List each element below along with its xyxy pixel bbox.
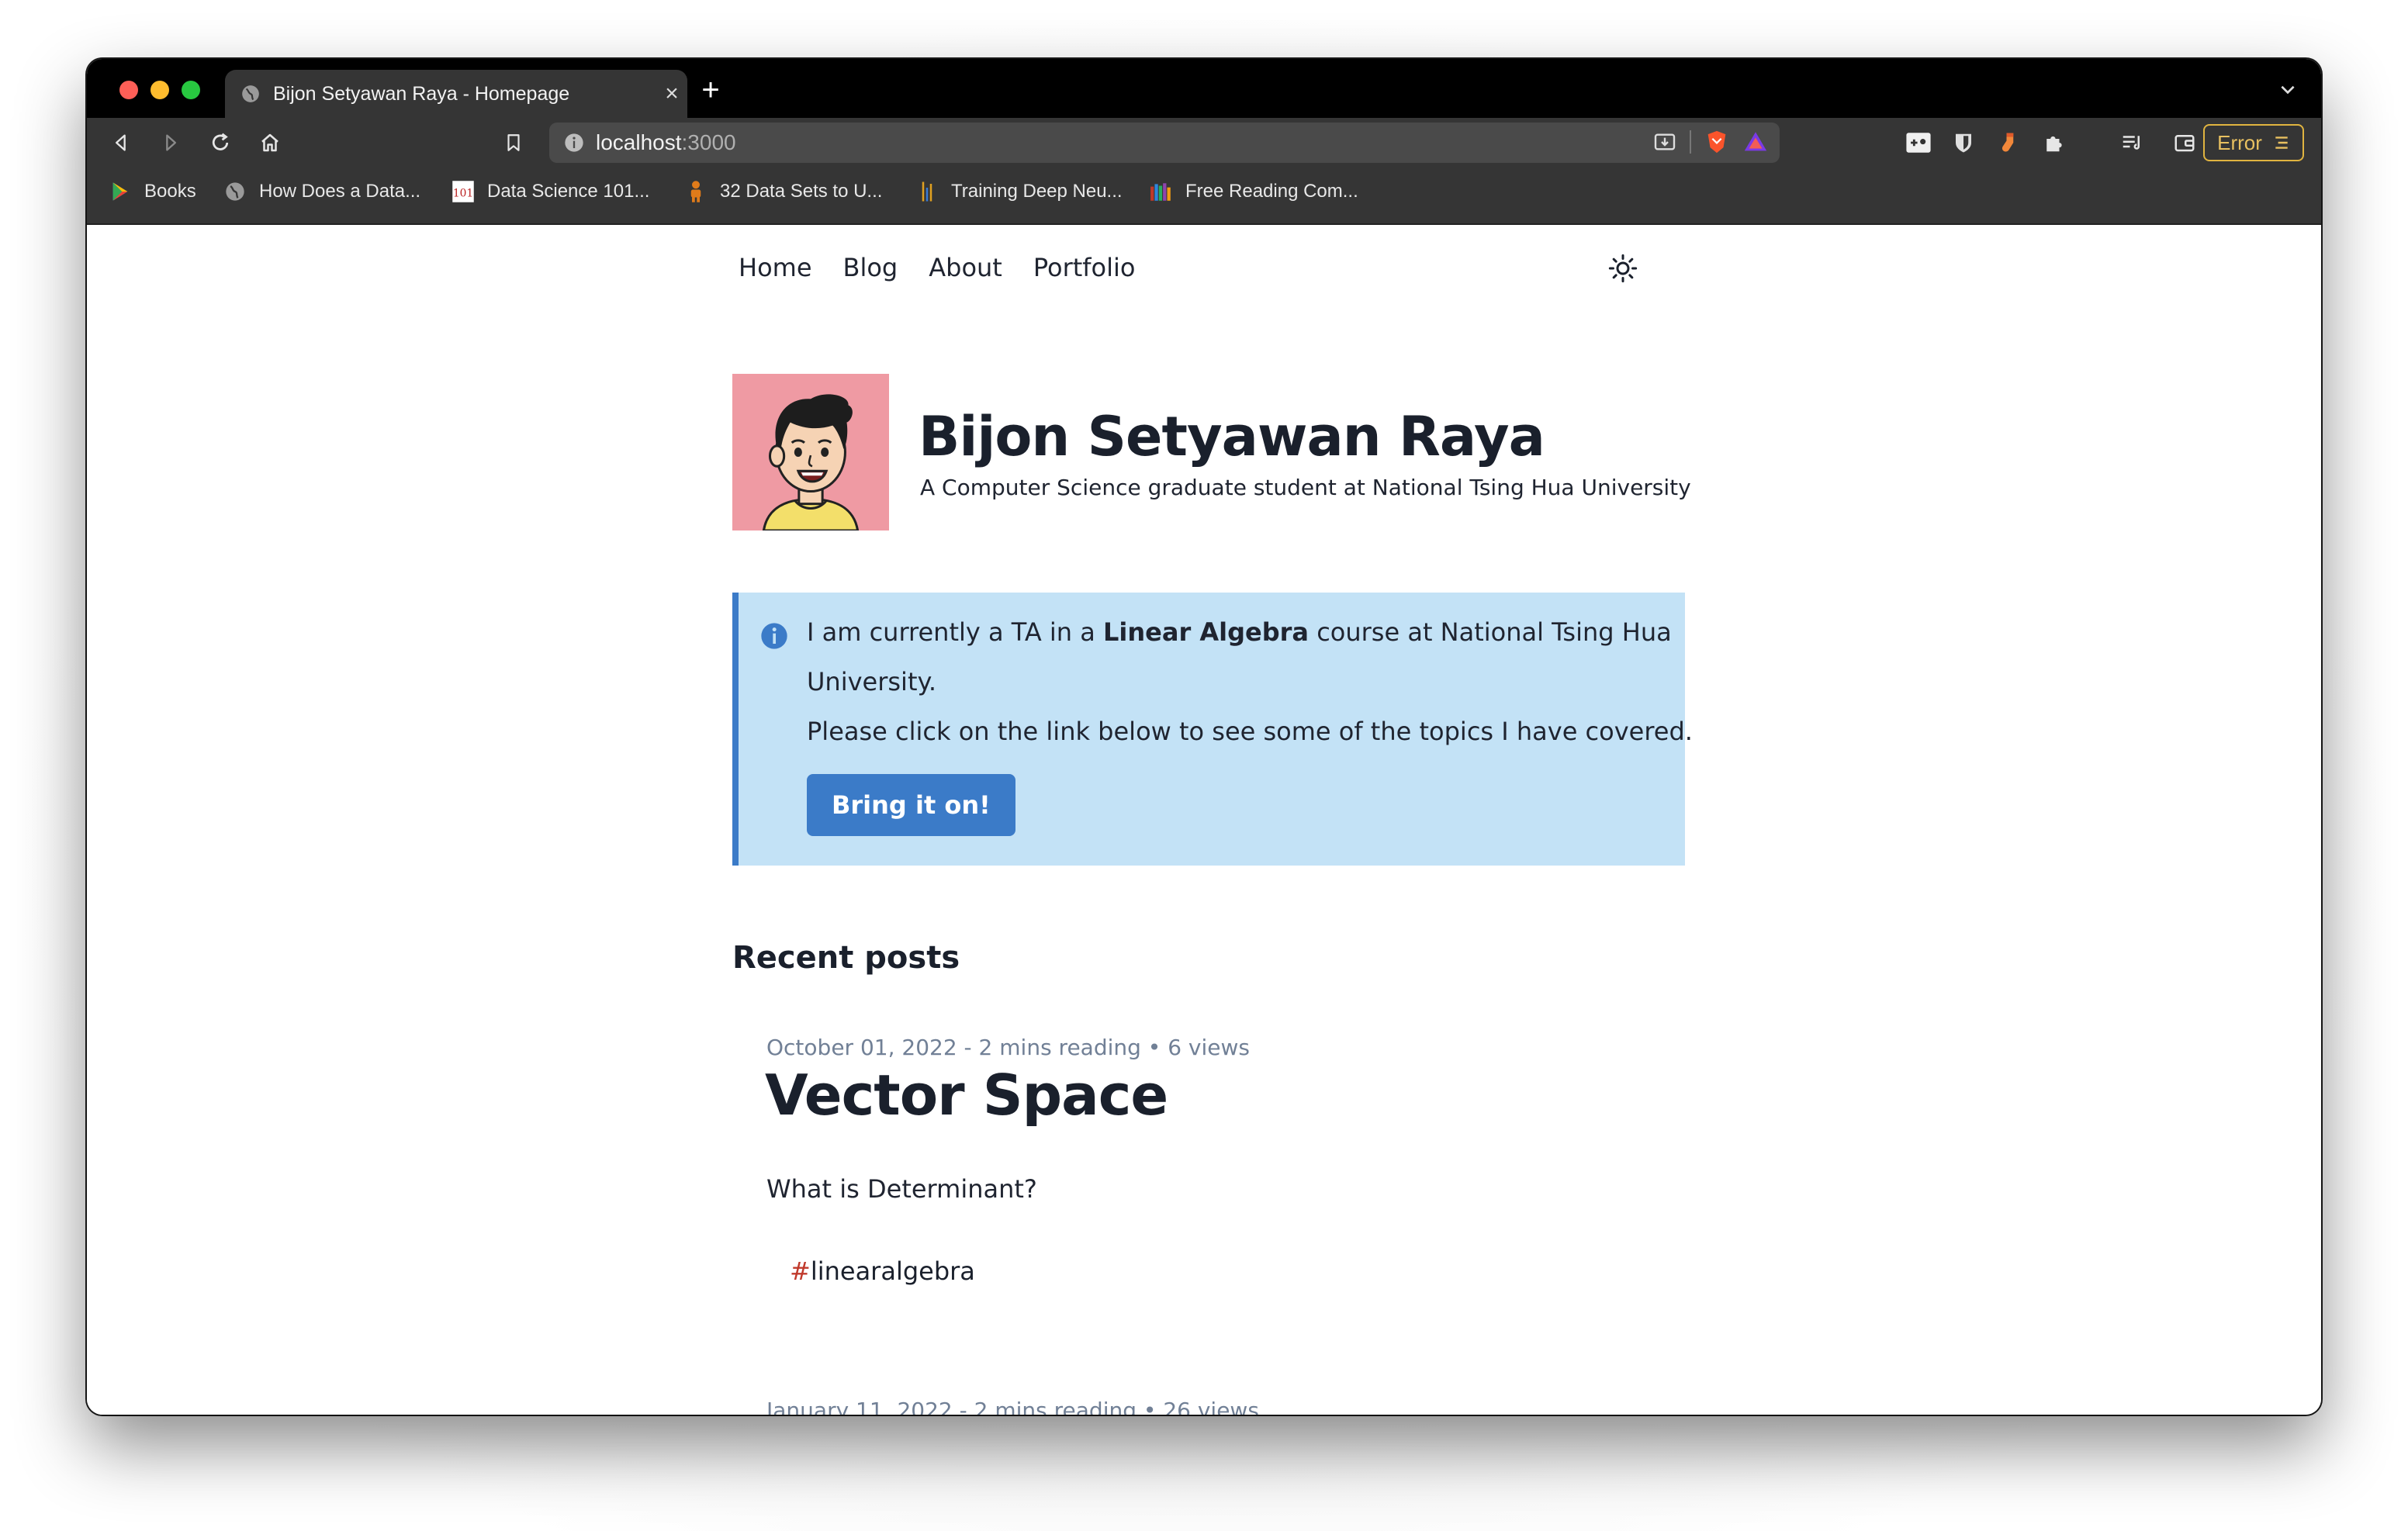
post-tag-link[interactable]: #linearalgebra [790, 1256, 975, 1286]
bookmark-label: Books [144, 181, 196, 202]
play-books-icon [109, 180, 132, 203]
extensions-puzzle-icon[interactable] [2036, 125, 2071, 161]
globe-icon [223, 180, 247, 203]
bookmark-label: How Does a Data... [259, 181, 421, 202]
home-icon[interactable] [254, 127, 285, 158]
bookmark-label: Training Deep Neu... [951, 181, 1123, 202]
minimize-window-button[interactable] [150, 81, 169, 99]
callout-line-3: Please click on the link below to see so… [807, 717, 1693, 746]
sock-extension-icon[interactable] [1991, 125, 2026, 161]
callout-text: I am currently a TA in a [807, 617, 1104, 647]
extensions-bar [1901, 124, 2095, 161]
wallet-icon[interactable] [2169, 127, 2200, 158]
bookmark-label: Data Science 101... [487, 181, 650, 202]
post-meta: October 01, 2022 - 2 mins reading • 6 vi… [766, 1035, 1250, 1060]
close-tab-icon[interactable]: × [656, 81, 687, 107]
info-callout: I am currently a TA in a Linear Algebra … [732, 593, 1693, 866]
install-app-icon[interactable] [1652, 130, 1677, 154]
avatar [732, 374, 889, 530]
nav-home[interactable]: Home [739, 253, 812, 282]
browser-tab[interactable]: Bijon Setyawan Raya - Homepage × [225, 70, 687, 118]
close-window-button[interactable] [119, 81, 138, 99]
address-bar[interactable]: localhost :3000 [549, 123, 1780, 163]
bookmark-books[interactable]: Books [109, 180, 196, 203]
post-meta: January 11, 2022 - 2 mins reading • 26 v… [766, 1398, 1259, 1415]
bring-it-on-button[interactable]: Bring it on! [807, 774, 1015, 836]
books-icon [1150, 180, 1173, 203]
browser-toolbar: localhost :3000 Error [87, 118, 2321, 168]
bookmark-icon[interactable] [498, 127, 529, 158]
error-label: Error [2217, 130, 2262, 154]
person-icon [684, 180, 708, 203]
url-host: localhost [596, 130, 682, 154]
error-menu-button[interactable]: Error [2203, 124, 2304, 161]
nav-portfolio[interactable]: Portfolio [1033, 253, 1136, 282]
tab-strip: Bijon Setyawan Raya - Homepage × + [87, 59, 2321, 118]
info-icon [761, 623, 787, 649]
reading-list-icon[interactable] [2116, 127, 2147, 158]
bookmark-free-reading[interactable]: Free Reading Com... [1150, 180, 1358, 203]
callout-line-2: University. [807, 667, 937, 696]
url-port: :3000 [681, 130, 736, 154]
bars-icon [915, 180, 939, 203]
post-description: What is Determinant? [766, 1174, 1037, 1204]
course-name: Linear Algebra [1103, 617, 1310, 647]
back-icon[interactable] [106, 127, 137, 158]
bookmark-data-science-101[interactable]: 101 Data Science 101... [452, 180, 649, 203]
tab-search-chevron-icon[interactable] [2278, 79, 2298, 105]
tag-hash: # [790, 1256, 811, 1286]
globe-icon [242, 85, 259, 102]
callout-line-1: I am currently a TA in a Linear Algebra … [807, 617, 1672, 647]
bookmark-label: 32 Data Sets to U... [720, 181, 883, 202]
tab-title: Bijon Setyawan Raya - Homepage [273, 82, 570, 105]
forward-icon[interactable] [155, 127, 186, 158]
site-info-icon[interactable] [563, 132, 585, 154]
bitwarden-shield-icon[interactable] [1946, 125, 1981, 161]
reload-icon[interactable] [205, 127, 236, 158]
tag-label: linearalgebra [810, 1256, 975, 1286]
recent-posts-heading: Recent posts [732, 940, 960, 976]
bookmark-training-deep[interactable]: Training Deep Neu... [915, 180, 1123, 203]
bookmark-data[interactable]: How Does a Data... [223, 180, 420, 203]
maximize-window-button[interactable] [182, 81, 200, 99]
hamburger-menu-icon [2275, 137, 2288, 149]
brave-rewards-icon[interactable] [1742, 129, 1769, 155]
brave-shields-icon[interactable] [1704, 129, 1730, 155]
tab-extension-icon[interactable] [1901, 125, 1936, 161]
bookmark-32-data-sets[interactable]: 32 Data Sets to U... [684, 180, 882, 203]
nav-about[interactable]: About [929, 253, 1002, 282]
bookmark-label: Free Reading Com... [1185, 181, 1358, 202]
sun-icon[interactable] [1607, 253, 1638, 284]
page-viewport: Home Blog About Portfolio Bijon Setyawan… [87, 225, 2321, 1415]
bookmarks-bar: Books How Does a Data... 101 Data Scienc… [87, 168, 2321, 225]
nav-blog[interactable]: Blog [843, 253, 898, 282]
page-title: Bijon Setyawan Raya [919, 405, 1545, 468]
site-nav: Home Blog About Portfolio [739, 253, 1135, 282]
new-tab-button[interactable]: + [695, 73, 726, 108]
callout-text: course at National Tsing Hua [1309, 617, 1672, 647]
profile-tagline: A Computer Science graduate student at N… [920, 475, 1691, 500]
ds101-icon: 101 [452, 180, 475, 203]
post-title-link[interactable]: Vector Space [765, 1063, 1168, 1128]
url-divider [1690, 130, 1691, 154]
browser-window: Bijon Setyawan Raya - Homepage × + local… [87, 59, 2321, 1415]
svg-text:101: 101 [453, 187, 473, 199]
